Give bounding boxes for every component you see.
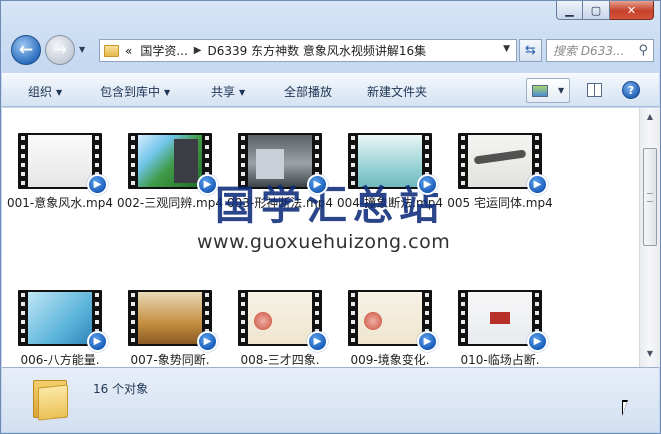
watermark-url: www.guoxuehuizong.com	[197, 231, 451, 253]
file-name: 007-象势同断.	[130, 353, 210, 367]
media-player-icon: ▶	[307, 174, 328, 195]
file-item[interactable]: ▶ 010-临场占断.	[443, 265, 548, 367]
file-item[interactable]: ▶ 002-三观同辨.mp4	[113, 108, 223, 228]
scroll-up-icon[interactable]: ▲	[644, 112, 656, 126]
video-thumbnail: ▶	[18, 290, 108, 352]
file-name: 009-境象变化.	[350, 353, 430, 367]
search-placeholder: 搜索 D633...	[553, 44, 625, 58]
command-bar: 组织 ▼ 包含到库中 ▼ 共享 ▼ 全部播放 新建文件夹 ▼ ?	[2, 73, 659, 107]
refresh-button[interactable]: ⇆	[519, 39, 542, 62]
address-dropdown-icon[interactable]: ▼	[503, 44, 510, 54]
file-item[interactable]: ▶ 006-八方能量.	[3, 265, 108, 367]
video-frame	[358, 292, 422, 344]
scroll-thumb[interactable]	[643, 148, 657, 246]
file-name: 005 宅运同体.mp4	[447, 196, 553, 210]
media-player-icon: ▶	[197, 174, 218, 195]
file-item[interactable]: ▶ 005 宅运同体.mp4	[443, 108, 553, 228]
search-input[interactable]: 搜索 D633... ⚲	[546, 39, 654, 62]
forward-button[interactable]: →	[45, 35, 75, 65]
chevron-down-icon: ▼	[239, 88, 246, 97]
video-thumbnail: ▶	[18, 133, 108, 195]
back-button[interactable]: ←	[11, 35, 41, 65]
minimize-button[interactable]: ▁	[556, 1, 583, 20]
media-player-icon: ▶	[417, 174, 438, 195]
file-name: 010-临场占断.	[460, 353, 540, 367]
chevron-down-icon: ▼	[164, 88, 171, 97]
media-player-icon: ▶	[527, 331, 548, 352]
media-player-icon: ▶	[87, 331, 108, 352]
organize-label: 组织	[28, 85, 53, 99]
explorer-window: ▁ ▢ ✕ ← → ▼ « 国学资... ▶ D6339 东方神数 意象风水视频…	[0, 0, 661, 434]
breadcrumb-item-current[interactable]: D6339 东方神数 意象风水视频讲解16集	[208, 42, 427, 59]
mouse-cursor-fill	[623, 402, 631, 413]
video-thumbnail: ▶	[128, 290, 218, 352]
folder-icon	[33, 376, 71, 421]
breadcrumb-overflow[interactable]: «	[125, 44, 132, 58]
video-frame	[28, 292, 92, 344]
change-view-button[interactable]: ▼	[526, 78, 570, 103]
file-item[interactable]: ▶ 008-三才四象.	[223, 265, 328, 367]
organize-menu[interactable]: 组织 ▼	[28, 83, 62, 100]
address-bar[interactable]: « 国学资... ▶ D6339 东方神数 意象风水视频讲解16集 ▼	[99, 39, 517, 62]
watermark-title: 国学汇总站	[215, 183, 445, 229]
file-name: 006-八方能量.	[20, 353, 100, 367]
file-name: 008-三才四象.	[240, 353, 320, 367]
folder-icon	[104, 44, 119, 57]
video-thumbnail: ▶	[238, 290, 328, 352]
media-player-icon: ▶	[197, 331, 218, 352]
file-item[interactable]: ▶ 009-境象变化.	[333, 265, 438, 367]
file-name: 001-意象风水.mp4	[7, 196, 113, 210]
video-thumbnail: ▶	[348, 290, 438, 352]
close-button[interactable]: ✕	[610, 1, 654, 20]
video-thumbnail: ▶	[458, 290, 548, 352]
recent-pages-dropdown[interactable]: ▼	[79, 45, 85, 54]
file-item[interactable]: ▶ 007-象势同断.	[113, 265, 218, 367]
chevron-down-icon[interactable]: ▼	[558, 86, 564, 95]
media-player-icon: ▶	[417, 331, 438, 352]
caption-buttons: ▁ ▢ ✕	[556, 1, 654, 21]
file-name: 002-三观同辨.mp4	[117, 196, 223, 210]
details-pane: 16 个对象	[2, 367, 659, 432]
preview-pane-button[interactable]	[587, 83, 602, 97]
video-frame	[248, 292, 312, 344]
share-menu[interactable]: 共享 ▼	[211, 83, 245, 100]
include-in-library-menu[interactable]: 包含到库中 ▼	[100, 83, 170, 100]
play-all-button[interactable]: 全部播放	[284, 83, 332, 100]
media-player-icon: ▶	[307, 331, 328, 352]
video-frame	[138, 135, 202, 187]
video-frame	[468, 135, 532, 187]
maximize-button[interactable]: ▢	[583, 1, 610, 20]
media-player-icon: ▶	[527, 174, 548, 195]
media-player-icon: ▶	[87, 174, 108, 195]
video-frame	[28, 135, 92, 187]
video-frame	[138, 292, 202, 344]
back-arrow-icon: ←	[18, 40, 34, 60]
chevron-down-icon: ▼	[56, 88, 63, 97]
include-in-library-label: 包含到库中	[100, 85, 161, 99]
vertical-scrollbar[interactable]: ▲ ▼	[639, 108, 660, 367]
video-frame	[468, 292, 532, 344]
video-thumbnail: ▶	[458, 133, 548, 195]
search-icon[interactable]: ⚲	[638, 43, 648, 58]
item-count: 16 个对象	[93, 382, 149, 396]
share-label: 共享	[211, 85, 236, 99]
breadcrumb-separator-icon[interactable]: ▶	[194, 45, 202, 56]
file-item[interactable]: ▶ 001-意象风水.mp4	[3, 108, 113, 228]
video-thumbnail: ▶	[128, 133, 218, 195]
new-folder-button[interactable]: 新建文件夹	[367, 83, 427, 100]
navigation-bar: ← → ▼ « 国学资... ▶ D6339 东方神数 意象风水视频讲解16集 …	[9, 33, 654, 65]
refresh-icon: ⇆	[525, 43, 536, 58]
breadcrumb-item-parent[interactable]: 国学资...	[140, 42, 187, 59]
view-icon	[532, 84, 548, 97]
forward-arrow-icon: →	[52, 40, 68, 60]
help-button[interactable]: ?	[622, 81, 640, 99]
scroll-down-icon[interactable]: ▼	[644, 349, 656, 363]
